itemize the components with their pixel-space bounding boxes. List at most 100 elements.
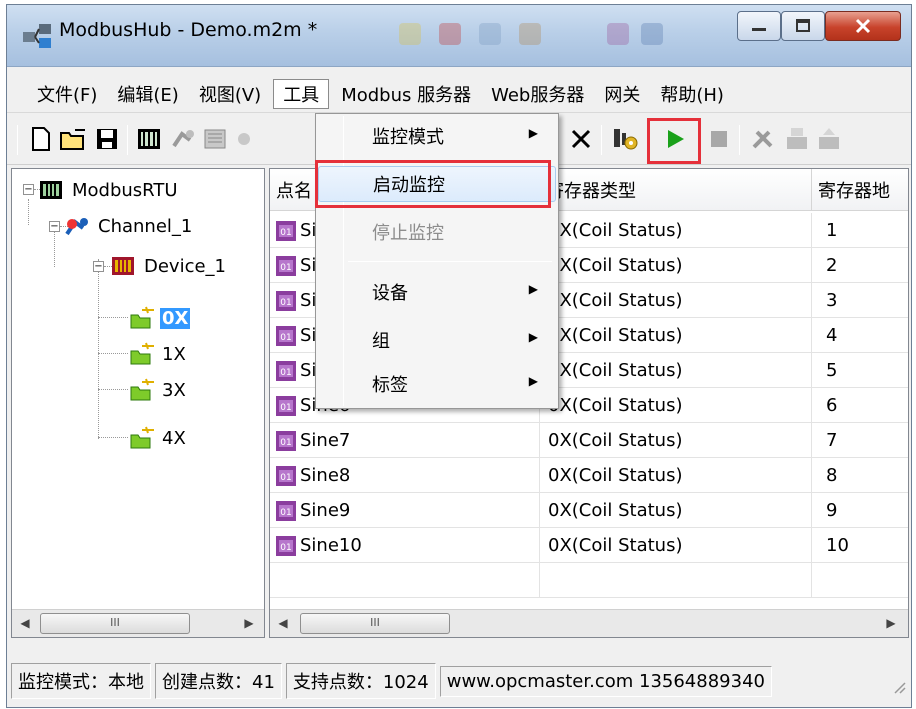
collapse-toggle[interactable]: − bbox=[93, 261, 104, 272]
submenu-arrow-icon: ▶ bbox=[528, 126, 538, 140]
menu-tools[interactable]: 工具 bbox=[273, 78, 330, 109]
scroll-left-arrow[interactable]: ◀ bbox=[16, 614, 34, 632]
tree-label: 3X bbox=[162, 379, 186, 401]
menu-view[interactable]: 视图(V) bbox=[189, 79, 271, 109]
menu-edit[interactable]: 编辑(E) bbox=[107, 79, 188, 109]
stop-monitor-button[interactable] bbox=[705, 125, 733, 153]
save-file-button[interactable] bbox=[93, 125, 121, 153]
cell-type: 0X(Coil Status) bbox=[540, 528, 812, 563]
add-group-button[interactable] bbox=[201, 125, 229, 153]
tree-line bbox=[28, 199, 29, 225]
open-icon bbox=[60, 129, 85, 150]
column-header-address[interactable]: 寄存器地 bbox=[812, 169, 908, 211]
table-row[interactable]: 01 Sine9 0X(Coil Status) 9 bbox=[270, 493, 908, 528]
new-icon bbox=[32, 127, 50, 151]
resize-grip-icon[interactable] bbox=[891, 679, 907, 695]
new-file-button[interactable] bbox=[27, 125, 55, 153]
deco-icon bbox=[479, 23, 501, 45]
toolbar-separator bbox=[739, 125, 740, 155]
cell-address: 4 bbox=[812, 318, 908, 353]
tree-line bbox=[98, 353, 128, 354]
cell-address: 7 bbox=[812, 423, 908, 458]
tag-icon: 01 bbox=[276, 255, 296, 276]
cell-address: 9 bbox=[812, 493, 908, 528]
window-title: ModbusHub - Demo.m2m * bbox=[59, 19, 318, 41]
cell-name: 01 Sine10 bbox=[270, 528, 540, 563]
toolbar-separator bbox=[127, 125, 128, 155]
scroll-right-arrow[interactable]: ▶ bbox=[882, 614, 900, 632]
upload-button[interactable] bbox=[815, 125, 843, 153]
add-tag-button[interactable] bbox=[231, 125, 259, 153]
tools-icon bbox=[752, 130, 773, 149]
table-row[interactable]: 01 Sine8 0X(Coil Status) 8 bbox=[270, 458, 908, 493]
menu-item-tag[interactable]: 标签 ▶ bbox=[318, 366, 556, 402]
collapse-toggle[interactable]: − bbox=[23, 184, 34, 195]
collapse-toggle[interactable]: − bbox=[49, 221, 60, 232]
add-device-button[interactable] bbox=[135, 125, 163, 153]
svg-text:01: 01 bbox=[280, 333, 291, 343]
tree-node-group-3x[interactable]: 3X bbox=[128, 375, 186, 405]
minimize-button[interactable] bbox=[737, 11, 781, 41]
delete-button[interactable] bbox=[567, 125, 595, 153]
menu-gateway[interactable]: 网关 bbox=[594, 79, 650, 109]
cell-address: 6 bbox=[812, 388, 908, 423]
menu-item-monitor-mode[interactable]: 监控模式 ▶ bbox=[318, 118, 556, 154]
upload-icon bbox=[819, 128, 839, 149]
device-icon bbox=[138, 129, 160, 149]
maximize-button[interactable] bbox=[781, 11, 825, 41]
cell-address: 3 bbox=[812, 283, 908, 318]
tree-node-group-4x[interactable]: 4X bbox=[128, 423, 186, 453]
menu-item-group[interactable]: 组 ▶ bbox=[318, 322, 556, 358]
tag-name: Sine9 bbox=[300, 500, 351, 521]
scroll-grip: III bbox=[110, 616, 120, 629]
scroll-thumb[interactable]: III bbox=[40, 613, 190, 634]
menu-item-device[interactable]: 设备 ▶ bbox=[318, 274, 556, 310]
tree-node-device[interactable]: Device_1 bbox=[110, 251, 226, 281]
table-row[interactable]: 01 Sine7 0X(Coil Status) 7 bbox=[270, 423, 908, 458]
column-header-type[interactable]: 寄存器类型 bbox=[540, 169, 812, 211]
status-mode: 监控模式：本地 bbox=[11, 663, 151, 699]
cell-name: 01 Sine8 bbox=[270, 458, 540, 493]
tree-node-group-0x[interactable]: 0X bbox=[128, 303, 191, 333]
device-tree[interactable]: − ModbusRTU − Channel_1 − Device_1 0X 1X… bbox=[11, 168, 265, 638]
settings-icon bbox=[614, 129, 638, 150]
menu-bar: 文件(F) 编辑(E) 视图(V) 工具 Modbus 服务器 Web服务器 网… bbox=[7, 75, 911, 113]
table-row[interactable]: 01 Sine10 0X(Coil Status) 10 bbox=[270, 528, 908, 563]
load-button[interactable] bbox=[783, 125, 811, 153]
cell-type: 0X(Coil Status) bbox=[540, 213, 812, 248]
settings-button[interactable] bbox=[611, 125, 639, 153]
cell-type: 0X(Coil Status) bbox=[540, 423, 812, 458]
tag-name: Sine7 bbox=[300, 430, 351, 451]
cell-type: 0X(Coil Status) bbox=[540, 388, 812, 423]
menu-item-stop-monitor[interactable]: 停止监控 bbox=[318, 214, 556, 250]
tree-node-channel[interactable]: Channel_1 bbox=[64, 211, 192, 241]
scroll-left-arrow[interactable]: ◀ bbox=[274, 614, 292, 632]
tag-icon: 01 bbox=[276, 395, 296, 416]
tree-node-root[interactable]: ModbusRTU bbox=[38, 175, 178, 205]
open-file-button[interactable] bbox=[59, 125, 87, 153]
tree-hscrollbar[interactable]: ◀ III ▶ bbox=[12, 609, 264, 637]
menu-item-label: 停止监控 bbox=[372, 223, 444, 244]
toolbar-separator bbox=[17, 125, 18, 155]
scroll-right-arrow[interactable]: ▶ bbox=[240, 614, 258, 632]
title-bar[interactable]: ModbusHub - Demo.m2m * bbox=[7, 5, 911, 67]
tree-label: Channel_1 bbox=[98, 215, 193, 237]
menu-file[interactable]: 文件(F) bbox=[27, 79, 107, 109]
modbus-rtu-icon bbox=[40, 181, 62, 199]
tools-button[interactable] bbox=[749, 125, 777, 153]
tree-line bbox=[98, 389, 128, 390]
deco-icon bbox=[607, 23, 629, 45]
table-hscrollbar[interactable]: ◀ III ▶ bbox=[270, 609, 908, 637]
menu-item-label: 组 bbox=[372, 331, 390, 352]
start-monitor-button[interactable] bbox=[661, 125, 689, 153]
menu-help[interactable]: 帮助(H) bbox=[650, 79, 734, 109]
menu-modbus-server[interactable]: Modbus 服务器 bbox=[331, 79, 481, 109]
scroll-thumb[interactable]: III bbox=[300, 613, 450, 634]
app-icon bbox=[23, 24, 51, 48]
add-channel-button[interactable] bbox=[169, 125, 197, 153]
close-button[interactable] bbox=[825, 11, 901, 41]
menu-separator bbox=[348, 261, 552, 262]
menu-web-server[interactable]: Web服务器 bbox=[481, 79, 594, 109]
tree-node-group-1x[interactable]: 1X bbox=[128, 339, 186, 369]
tree-line bbox=[98, 437, 128, 438]
